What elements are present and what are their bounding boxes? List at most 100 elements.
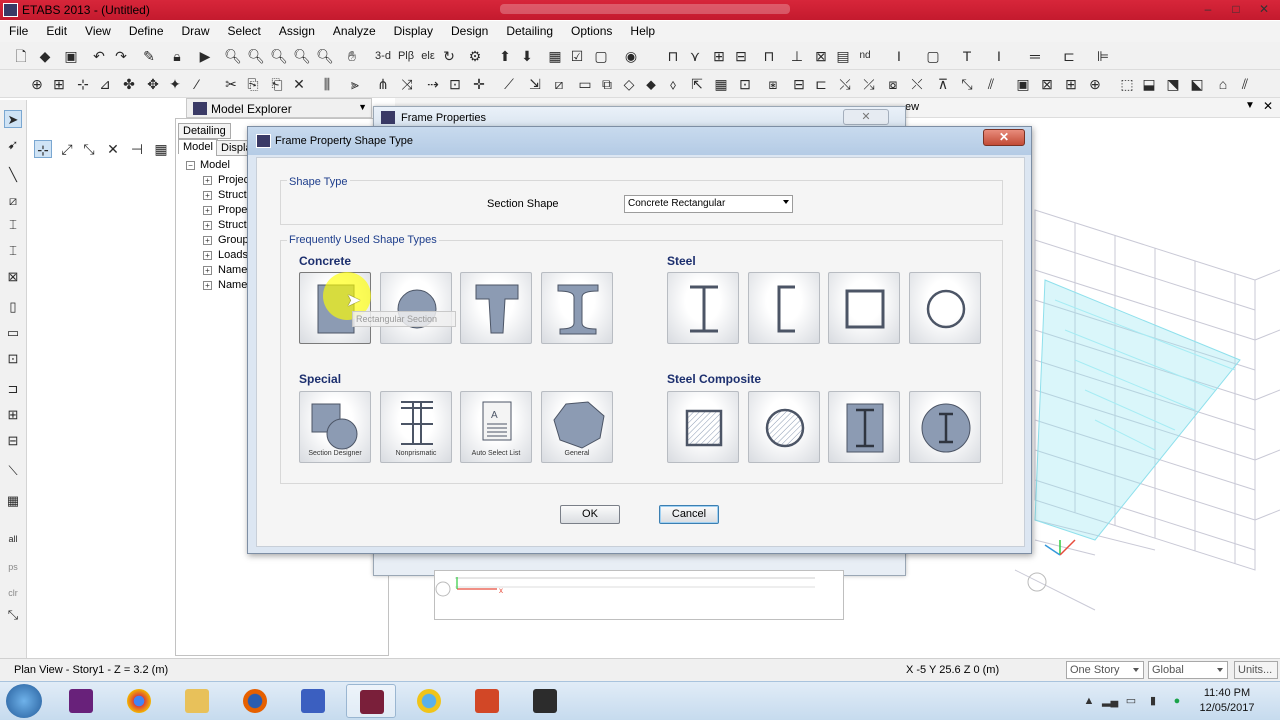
node-label[interactable]: nd bbox=[856, 47, 874, 65]
tab-model[interactable]: Model bbox=[178, 139, 218, 154]
brush-icon[interactable]: ⁄ bbox=[188, 75, 206, 93]
sync-icon[interactable]: ● bbox=[1170, 694, 1184, 708]
nonprismatic-button[interactable]: Nonprismatic bbox=[380, 391, 452, 463]
steel-channel-button[interactable] bbox=[748, 272, 820, 344]
column-draw-icon[interactable]: ⊞ bbox=[710, 47, 728, 65]
tray-arrow-icon[interactable]: ▲ bbox=[1082, 694, 1096, 708]
menu-file[interactable]: File bbox=[0, 21, 37, 42]
expand-icon[interactable]: + bbox=[203, 266, 212, 275]
steel-pipe-button[interactable] bbox=[909, 272, 981, 344]
auto-select-list-button[interactable]: A Auto Select List bbox=[460, 391, 532, 463]
menu-assign[interactable]: Assign bbox=[270, 21, 324, 42]
taskbar-clock[interactable]: 11:40 PM 12/05/2017 bbox=[1192, 686, 1262, 716]
bar-icon[interactable]: I bbox=[990, 47, 1008, 65]
wall-design-icon[interactable]: ⌂ bbox=[1214, 75, 1232, 93]
draw-column-icon[interactable]: ⌶ bbox=[4, 216, 22, 234]
load-frame-icon[interactable]: ⤡ bbox=[958, 75, 976, 93]
clear-select-icon[interactable]: clr bbox=[4, 584, 22, 602]
expand-icon[interactable]: + bbox=[203, 176, 212, 185]
dash-line-icon[interactable]: ═ bbox=[1026, 47, 1044, 65]
pointer-icon[interactable]: ➤ bbox=[4, 110, 22, 128]
frame-properties-close-button[interactable]: ✕ bbox=[843, 109, 889, 125]
select-all-tool-icon[interactable]: all bbox=[4, 530, 22, 548]
expand-icon[interactable]: + bbox=[203, 221, 212, 230]
menu-select[interactable]: Select bbox=[219, 21, 270, 42]
story-dropdown[interactable]: One Story bbox=[1066, 661, 1144, 679]
expand-icon[interactable]: + bbox=[203, 206, 212, 215]
show-forces-icon[interactable]: ⊠ bbox=[1038, 75, 1056, 93]
units-button[interactable]: Units... bbox=[1234, 661, 1278, 679]
draw-wall-icon[interactable]: ▯ bbox=[4, 298, 22, 316]
check-box-icon[interactable]: ☑ bbox=[568, 47, 586, 65]
extrude-icon[interactable]: ◉ bbox=[622, 47, 640, 65]
encased-circle-button[interactable] bbox=[909, 391, 981, 463]
tab-detailing[interactable]: Detailing bbox=[178, 123, 231, 139]
elevation-view-button[interactable]: elε bbox=[418, 47, 438, 65]
start-button[interactable] bbox=[6, 684, 42, 718]
draw-dimension-icon[interactable]: ⟍ bbox=[4, 462, 22, 480]
join-icon[interactable]: ⧄ bbox=[550, 75, 568, 93]
copy-icon[interactable]: ⎘ bbox=[244, 75, 262, 93]
insertion-point-icon[interactable]: ⧆ bbox=[764, 75, 782, 93]
section-designer-button[interactable]: Section Designer bbox=[299, 391, 371, 463]
draw-grid-icon[interactable]: ▦ bbox=[4, 492, 22, 510]
i-section-icon[interactable]: I bbox=[890, 47, 908, 65]
menu-design[interactable]: Design bbox=[442, 21, 497, 42]
composite-design-icon[interactable]: ⬕ bbox=[1188, 75, 1206, 93]
undo-icon[interactable]: ↶ bbox=[90, 47, 108, 65]
assign-mass-icon[interactable]: ✥ bbox=[144, 75, 162, 93]
beam-draw-icon[interactable]: ⊟ bbox=[732, 47, 750, 65]
menu-define[interactable]: Define bbox=[120, 21, 173, 42]
select-all-icon[interactable]: ⋔ bbox=[374, 75, 392, 93]
view-3d-button[interactable]: 3-d bbox=[372, 47, 394, 65]
pan-icon[interactable]: ✋︎ bbox=[343, 47, 361, 65]
assign-joint-icon[interactable]: ⊕ bbox=[28, 75, 46, 93]
open-file-icon[interactable]: ◆ bbox=[36, 47, 54, 65]
merge-icon[interactable]: ⫸ bbox=[346, 75, 364, 93]
zoom-previous-icon[interactable]: 🔍︎ bbox=[316, 47, 334, 65]
plan-view-panel[interactable]: x bbox=[434, 570, 844, 620]
menu-options[interactable]: Options bbox=[562, 21, 621, 42]
general-section-button[interactable]: General bbox=[541, 391, 613, 463]
move-icon[interactable]: ⇢ bbox=[424, 75, 442, 93]
mesh-icon[interactable]: ⊡ bbox=[446, 75, 464, 93]
minimize-button[interactable]: – bbox=[1196, 1, 1220, 17]
new-file-icon[interactable]: 🗋 bbox=[12, 47, 30, 65]
move-down-icon[interactable]: ⬇ bbox=[518, 47, 536, 65]
delete-icon[interactable]: ✕ bbox=[290, 75, 308, 93]
draw-rect-icon[interactable]: ⊞ bbox=[4, 406, 22, 424]
column-align-icon[interactable]: ⊫ bbox=[1094, 47, 1112, 65]
plan-view-button[interactable]: Plβ bbox=[396, 47, 416, 65]
menu-analyze[interactable]: Analyze bbox=[324, 21, 385, 42]
area-spring-icon[interactable]: ⤬ bbox=[908, 75, 926, 93]
battery-icon[interactable]: ▮ bbox=[1146, 694, 1160, 708]
zoom-out-icon[interactable]: 🔍︎ bbox=[247, 47, 265, 65]
taskbar-firefox[interactable] bbox=[230, 684, 280, 718]
steel-i-button[interactable] bbox=[667, 272, 739, 344]
snap-grid-icon[interactable]: ▦ bbox=[152, 140, 170, 158]
snap-perpendicular-icon[interactable]: ⊣ bbox=[128, 140, 146, 158]
t-section-icon[interactable]: T bbox=[958, 47, 976, 65]
assign-spring-icon[interactable]: ⊹ bbox=[74, 75, 92, 93]
draw-opening-icon[interactable]: ⊡ bbox=[4, 350, 22, 368]
close-window-button[interactable]: ✕ bbox=[1252, 1, 1276, 17]
auto-mesh-icon[interactable]: ⬨ bbox=[664, 75, 682, 93]
previous-select-icon[interactable]: ps bbox=[4, 558, 22, 576]
steel-design-icon[interactable]: ⬔ bbox=[1164, 75, 1182, 93]
show-deformed-icon[interactable]: ▣ bbox=[1014, 75, 1032, 93]
taskbar-visual-studio[interactable] bbox=[56, 684, 106, 718]
area-draw-icon[interactable]: ⊠ bbox=[812, 47, 830, 65]
view-close-icon[interactable]: ✕ bbox=[1263, 99, 1273, 113]
expand-icon[interactable]: + bbox=[203, 236, 212, 245]
assign-restraint-icon[interactable]: ⊞ bbox=[50, 75, 68, 93]
lock-icon[interactable]: 🔒︎ bbox=[168, 47, 186, 65]
frame-draw-icon[interactable]: ⊓ bbox=[664, 47, 682, 65]
zoom-window-icon[interactable]: 🔍︎ bbox=[224, 47, 242, 65]
expand-icon[interactable]: + bbox=[203, 251, 212, 260]
encased-rectangle-button[interactable] bbox=[828, 391, 900, 463]
slab-draw-icon[interactable]: ▤ bbox=[834, 47, 852, 65]
divide-icon[interactable]: ✛ bbox=[470, 75, 488, 93]
draw-area-icon[interactable]: ⊟ bbox=[4, 432, 22, 450]
detailing-icon[interactable]: ⫽ bbox=[1236, 75, 1254, 93]
expand-icon[interactable]: ⇱ bbox=[688, 75, 706, 93]
